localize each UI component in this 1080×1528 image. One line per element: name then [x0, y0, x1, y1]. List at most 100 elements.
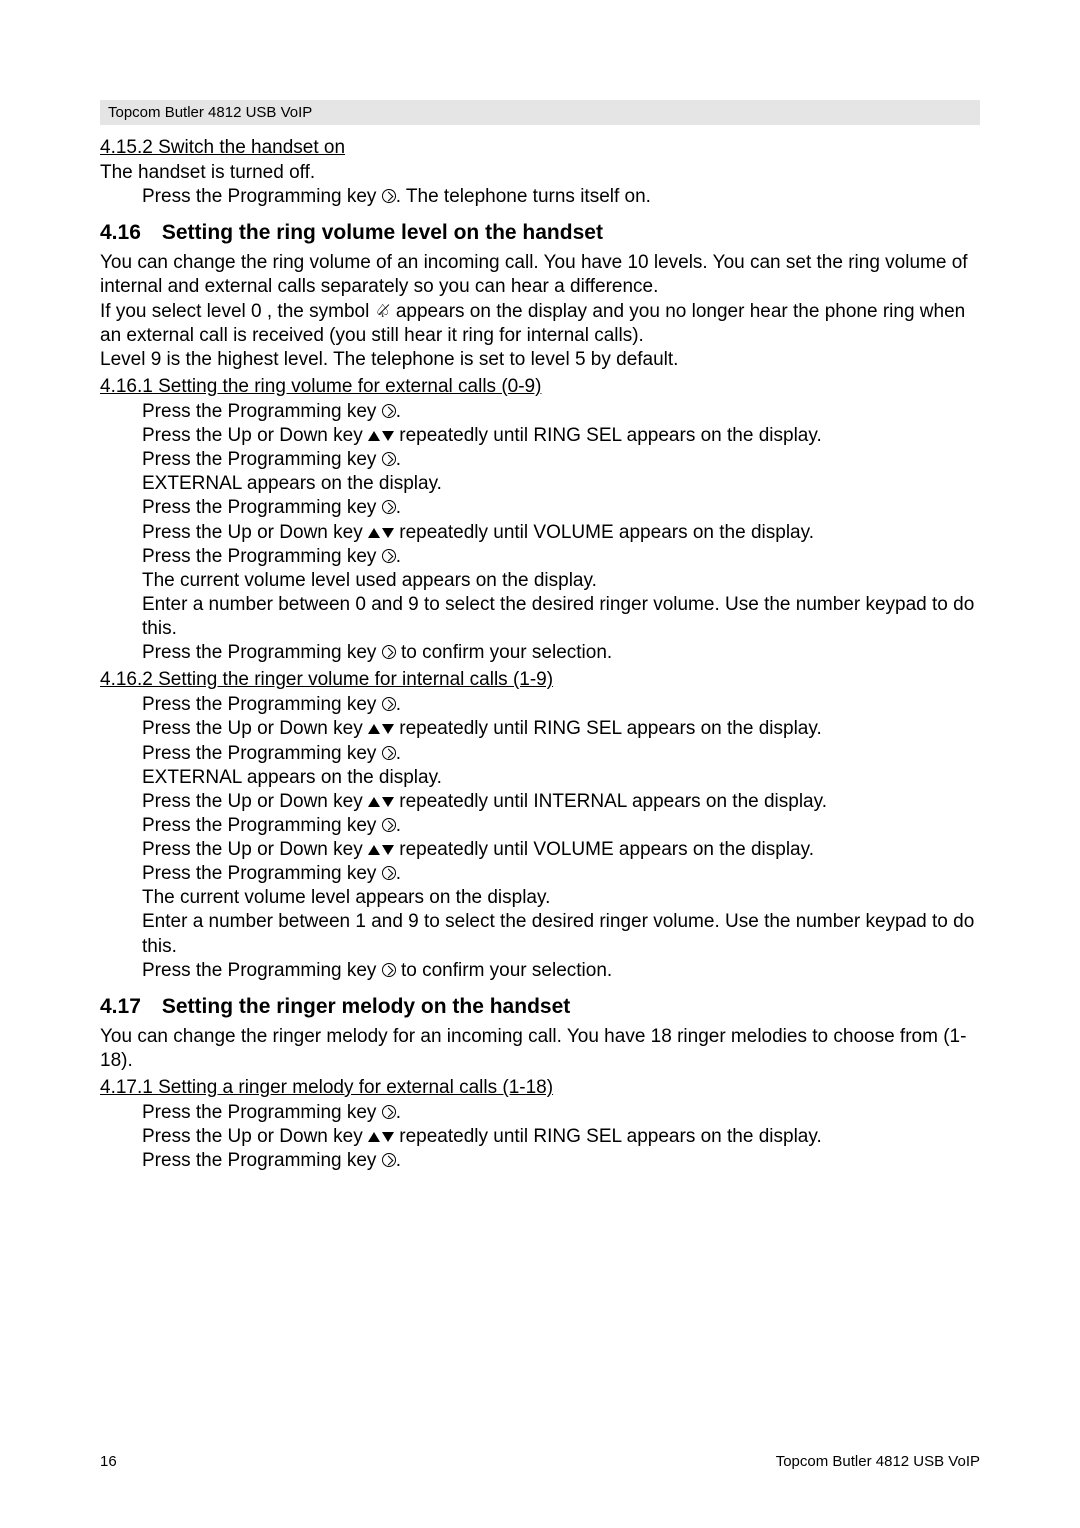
- up-arrow-icon: [368, 845, 380, 855]
- para-4-16-3: Level 9 is the highest level. The teleph…: [100, 348, 980, 372]
- text-fragment: to confirm your selection.: [396, 960, 612, 981]
- text-fragment: .: [396, 815, 401, 836]
- text-fragment: .: [396, 694, 401, 715]
- heading-4-16-2: 4.16.2 Setting the ringer volume for int…: [100, 669, 980, 691]
- step: Press the Programming key .: [100, 1149, 980, 1173]
- text-fragment: .: [396, 546, 401, 567]
- text-fragment: Press the Programming key: [142, 497, 382, 518]
- heading-4-17: 4.17 Setting the ringer melody on the ha…: [100, 995, 980, 1019]
- step: Press the Programming key .: [100, 496, 980, 520]
- step: Press the Programming key .: [100, 742, 980, 766]
- step: Press the Up or Down key repeatedly unti…: [100, 838, 980, 862]
- text-fragment: .: [396, 1150, 401, 1171]
- programming-key-icon: [382, 404, 396, 418]
- bell-off-icon: ♤: [375, 300, 391, 323]
- down-arrow-icon: [382, 431, 394, 441]
- up-arrow-icon: [368, 724, 380, 734]
- text-fragment: .: [396, 449, 401, 470]
- step: Press the Programming key .: [100, 448, 980, 472]
- step: The current volume level appears on the …: [100, 886, 980, 910]
- text-fragment: If you select level 0 , the symbol: [100, 301, 375, 322]
- programming-key-icon: [382, 549, 396, 563]
- programming-key-icon: [382, 452, 396, 466]
- header-text: Topcom Butler 4812 USB VoIP: [108, 104, 312, 121]
- text-fragment: Press the Programming key: [142, 642, 382, 663]
- text-fragment: repeatedly until RING SEL appears on the…: [394, 718, 822, 739]
- step: Press the Programming key .: [100, 545, 980, 569]
- text-fragment: Press the Up or Down key: [142, 839, 368, 860]
- text-fragment: Press the Up or Down key: [142, 718, 368, 739]
- up-arrow-icon: [368, 1132, 380, 1142]
- text-fragment: Press the Programming key: [142, 743, 382, 764]
- text-fragment: Press the Up or Down key: [142, 522, 368, 543]
- programming-key-icon: [382, 500, 396, 514]
- step: Press the Programming key .: [100, 814, 980, 838]
- text-fragment: repeatedly until RING SEL appears on the…: [394, 425, 822, 446]
- down-arrow-icon: [382, 724, 394, 734]
- up-arrow-icon: [368, 528, 380, 538]
- page-container: Topcom Butler 4812 USB VoIP 4.15.2 Switc…: [0, 0, 1080, 1223]
- page-footer: 16 Topcom Butler 4812 USB VoIP: [100, 1453, 980, 1470]
- text-fragment: .: [396, 497, 401, 518]
- step: EXTERNAL appears on the display.: [100, 766, 980, 790]
- heading-4-15-2: 4.15.2 Switch the handset on: [100, 137, 980, 159]
- step-press-prog: Press the Programming key . The telephon…: [100, 185, 980, 209]
- down-arrow-icon: [382, 797, 394, 807]
- step: Enter a number between 0 and 9 to select…: [100, 593, 980, 641]
- step: Press the Programming key .: [100, 862, 980, 886]
- programming-key-icon: [382, 746, 396, 760]
- step: Press the Programming key .: [100, 1101, 980, 1125]
- footer-product: Topcom Butler 4812 USB VoIP: [776, 1453, 980, 1470]
- programming-key-icon: [382, 645, 396, 659]
- text-fragment: repeatedly until INTERNAL appears on the…: [394, 791, 827, 812]
- text-fragment: .: [396, 1102, 401, 1123]
- step: Press the Up or Down key repeatedly unti…: [100, 717, 980, 741]
- text-fragment: Press the Programming key: [142, 694, 382, 715]
- heading-4-16-1: 4.16.1 Setting the ring volume for exter…: [100, 376, 980, 398]
- text-fragment: Press the Up or Down key: [142, 791, 368, 812]
- text-fragment: to confirm your selection.: [396, 642, 612, 663]
- text-fragment: .: [396, 863, 401, 884]
- text-fragment: Press the Programming key: [142, 960, 382, 981]
- step: EXTERNAL appears on the display.: [100, 472, 980, 496]
- step: Press the Up or Down key repeatedly unti…: [100, 424, 980, 448]
- down-arrow-icon: [382, 1132, 394, 1142]
- text-fragment: Press the Up or Down key: [142, 425, 368, 446]
- text-fragment: .: [396, 743, 401, 764]
- text-fragment: Press the Programming key: [142, 546, 382, 567]
- step: The current volume level used appears on…: [100, 569, 980, 593]
- text-handset-off: The handset is turned off.: [100, 161, 980, 185]
- step: Press the Up or Down key repeatedly unti…: [100, 521, 980, 545]
- text-fragment: Press the Programming key: [142, 1102, 382, 1123]
- step: Press the Programming key .: [100, 693, 980, 717]
- text-fragment: . The telephone turns itself on.: [396, 186, 651, 207]
- text-fragment: Press the Programming key: [142, 863, 382, 884]
- up-arrow-icon: [368, 431, 380, 441]
- text-fragment: Press the Programming key: [142, 815, 382, 836]
- para-4-17: You can change the ringer melody for an …: [100, 1025, 980, 1073]
- text-fragment: repeatedly until VOLUME appears on the d…: [394, 839, 814, 860]
- text-fragment: Press the Programming key: [142, 186, 382, 207]
- step: Press the Up or Down key repeatedly unti…: [100, 790, 980, 814]
- text-fragment: .: [396, 401, 401, 422]
- programming-key-icon: [382, 697, 396, 711]
- down-arrow-icon: [382, 528, 394, 538]
- text-fragment: repeatedly until VOLUME appears on the d…: [394, 522, 814, 543]
- step: Press the Programming key .: [100, 400, 980, 424]
- programming-key-icon: [382, 963, 396, 977]
- text-fragment: repeatedly until RING SEL appears on the…: [394, 1126, 822, 1147]
- text-fragment: Press the Up or Down key: [142, 1126, 368, 1147]
- para-4-16-1: You can change the ring volume of an inc…: [100, 251, 980, 299]
- programming-key-icon: [382, 189, 396, 203]
- page-header-bar: Topcom Butler 4812 USB VoIP: [100, 100, 980, 125]
- heading-4-16: 4.16 Setting the ring volume level on th…: [100, 221, 980, 245]
- step: Press the Programming key to confirm you…: [100, 641, 980, 665]
- text-fragment: Press the Programming key: [142, 1150, 382, 1171]
- up-arrow-icon: [368, 797, 380, 807]
- step: Press the Programming key to confirm you…: [100, 959, 980, 983]
- page-number: 16: [100, 1453, 117, 1470]
- para-4-16-2: If you select level 0 , the symbol ♤ app…: [100, 300, 980, 348]
- programming-key-icon: [382, 1105, 396, 1119]
- programming-key-icon: [382, 818, 396, 832]
- step: Press the Up or Down key repeatedly unti…: [100, 1125, 980, 1149]
